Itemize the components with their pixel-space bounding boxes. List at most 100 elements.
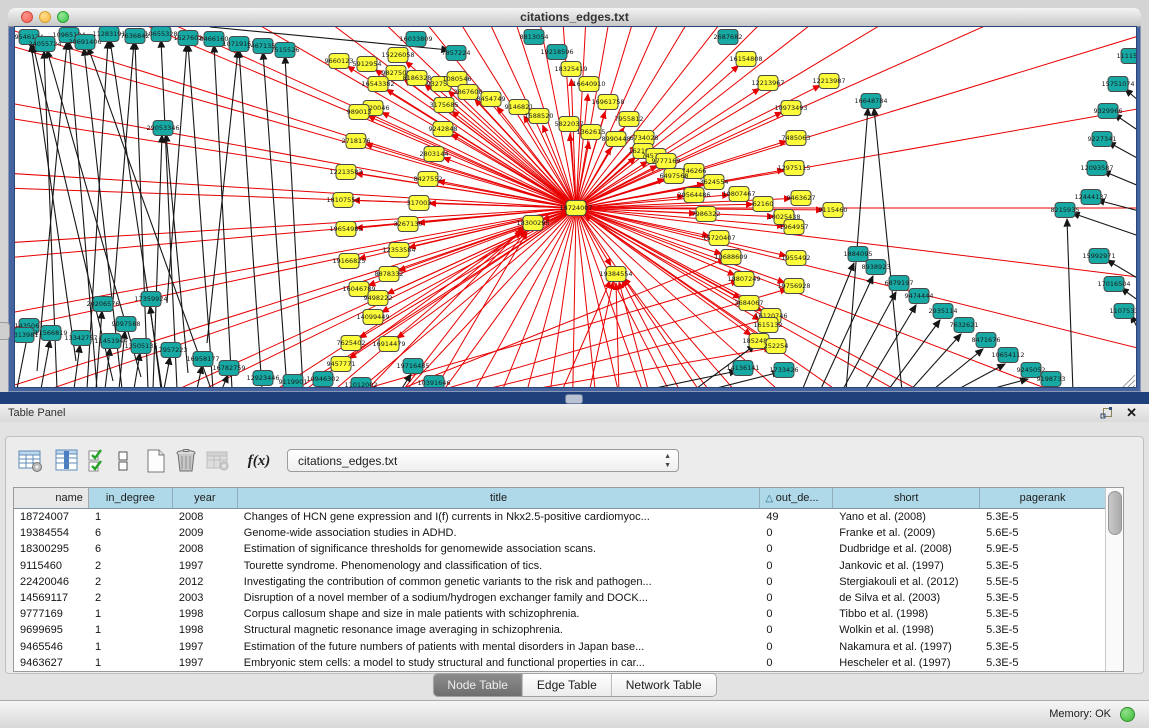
table-row[interactable]: 969969511998Structural magnetic resonanc…: [14, 622, 1106, 638]
edge-black[interactable]: [239, 50, 262, 387]
graph-node[interactable]: 2803144: [420, 147, 449, 162]
graph-node[interactable]: 12975115: [777, 161, 810, 176]
graph-node[interactable]: 15992971: [1082, 249, 1115, 264]
edge-black[interactable]: [263, 52, 287, 387]
graph-node[interactable]: 19654985: [329, 222, 362, 237]
graph-node[interactable]: 7632621: [950, 318, 979, 333]
edge-red[interactable]: [391, 259, 725, 387]
table-row[interactable]: 1938455462009Genome-wide association stu…: [14, 525, 1106, 541]
graph-node[interactable]: 19756928: [777, 279, 810, 294]
edge-red[interactable]: [576, 208, 784, 226]
graph-node[interactable]: 10946302: [306, 372, 339, 387]
edge-black[interactable]: [1103, 171, 1136, 186]
graph-node[interactable]: 7515526: [271, 43, 300, 58]
graph-node[interactable]: 16961758: [591, 95, 624, 110]
graph-node[interactable]: 1615132: [754, 318, 783, 333]
float-panel-icon[interactable]: [1100, 407, 1113, 420]
divider-grip-icon[interactable]: [565, 394, 583, 404]
edge-black[interactable]: [1097, 200, 1136, 211]
graph-node[interactable]: 12213583: [329, 165, 362, 180]
graph-node[interactable]: 989013: [347, 105, 372, 120]
network-canvas[interactable]: 9546124240557241096518420691406112831917…: [15, 27, 1136, 387]
graph-node[interactable]: 12923446: [246, 371, 279, 386]
graph-node[interactable]: 8427552: [414, 172, 443, 187]
graph-node[interactable]: 16914479: [372, 337, 405, 352]
graph-node[interactable]: 9227341: [1088, 132, 1117, 147]
graph-node[interactable]: 10391646: [417, 376, 450, 388]
table-source-select[interactable]: citations_edges.txt ▲▼: [287, 449, 679, 472]
graph-node[interactable]: 252254: [764, 339, 789, 354]
graph-node[interactable]: 19384554: [599, 267, 632, 282]
column-header-name[interactable]: name: [14, 488, 89, 509]
graph-node[interactable]: 9498222: [364, 291, 393, 306]
graph-node[interactable]: 12444137: [1074, 190, 1107, 205]
tab-edge-table[interactable]: Edge Table: [523, 674, 612, 696]
table-row[interactable]: 1872400712008Changes of HCN gene express…: [14, 509, 1106, 525]
graph-node[interactable]: 3175685: [430, 98, 459, 113]
graph-node[interactable]: 3267130: [394, 217, 423, 232]
graph-node[interactable]: 13505135: [124, 339, 157, 354]
table-settings-button[interactable]: [17, 448, 44, 475]
column-header-in_degree[interactable]: in_degree: [89, 488, 173, 509]
graph-node[interactable]: 8215935: [1051, 203, 1080, 218]
graph-node[interactable]: 16154808: [729, 52, 762, 67]
column-header-short[interactable]: short: [833, 488, 980, 509]
row-height-button[interactable]: [114, 448, 131, 475]
graph-node[interactable]: 9242848: [429, 122, 458, 137]
graph-node[interactable]: 8990448: [602, 132, 631, 147]
control-panel-grip[interactable]: [0, 322, 10, 340]
graph-node[interactable]: 10688609: [714, 250, 747, 265]
graph-node[interactable]: 8878332: [375, 267, 404, 282]
graph-node[interactable]: 19166825: [332, 254, 365, 269]
table-row[interactable]: 911546021997Tourette syndrome. Phenomeno…: [14, 558, 1106, 574]
graph-node[interactable]: 20564486: [677, 188, 710, 203]
graph-node[interactable]: 7857224: [442, 46, 471, 61]
graph-node[interactable]: 1955492: [782, 251, 811, 266]
select-rows-button[interactable]: [86, 448, 111, 475]
graph-node[interactable]: 1527602: [174, 31, 203, 46]
graph-node[interactable]: 3684067: [735, 296, 764, 311]
tab-network-table[interactable]: Network Table: [612, 674, 716, 696]
edge-black[interactable]: [908, 334, 961, 387]
graph-node[interactable]: 10807467: [722, 187, 755, 202]
panel-divider[interactable]: [0, 392, 1149, 404]
graph-node[interactable]: 12353584: [382, 243, 415, 258]
graph-node[interactable]: 8454749: [477, 92, 506, 107]
graph-node[interactable]: 17359924: [134, 292, 167, 307]
graph-node[interactable]: 12213967: [751, 76, 784, 91]
graph-node[interactable]: 5912954: [353, 57, 382, 72]
edge-black[interactable]: [399, 374, 411, 387]
graph-node[interactable]: 9119901: [279, 375, 308, 388]
tab-node-table[interactable]: Node Table: [433, 674, 523, 696]
graph-node[interactable]: 1588520: [525, 109, 554, 124]
edge-red[interactable]: [366, 144, 576, 208]
graph-node[interactable]: 16640910: [572, 77, 605, 92]
edge-black[interactable]: [285, 56, 303, 387]
table-scrollbar[interactable]: [1105, 488, 1123, 671]
scrollbar-thumb[interactable]: [1108, 491, 1122, 535]
graph-node[interactable]: 1111501: [1117, 49, 1136, 64]
graph-node[interactable]: 16648784: [854, 94, 887, 109]
edge-black[interactable]: [135, 42, 148, 387]
edge-black[interactable]: [161, 40, 177, 387]
graph-node[interactable]: 17016504: [1097, 277, 1130, 292]
edge-red[interactable]: [622, 280, 681, 387]
new-column-button[interactable]: [142, 448, 169, 475]
edge-red[interactable]: [589, 282, 613, 387]
graph-node[interactable]: 9660123: [325, 54, 354, 69]
graph-node[interactable]: 9474444: [905, 289, 934, 304]
function-builder-button[interactable]: f(x): [243, 448, 275, 475]
graph-node[interactable]: 15751074: [1101, 77, 1134, 92]
graph-node[interactable]: 9097588: [112, 317, 141, 332]
graph-node[interactable]: 12213987: [812, 74, 845, 89]
edge-black[interactable]: [197, 366, 202, 387]
column-header-title[interactable]: title: [238, 488, 761, 509]
edge-black[interactable]: [929, 349, 983, 387]
graph-node[interactable]: 7625402: [337, 336, 366, 351]
edge-black[interactable]: [1067, 219, 1073, 387]
graph-node[interactable]: 17957223: [154, 343, 187, 358]
table-row[interactable]: 1456911722003Disruption of a novel membe…: [14, 590, 1106, 606]
edge-black[interactable]: [819, 276, 873, 387]
edge-black[interactable]: [41, 340, 50, 387]
graph-node[interactable]: 2687682: [714, 30, 743, 45]
